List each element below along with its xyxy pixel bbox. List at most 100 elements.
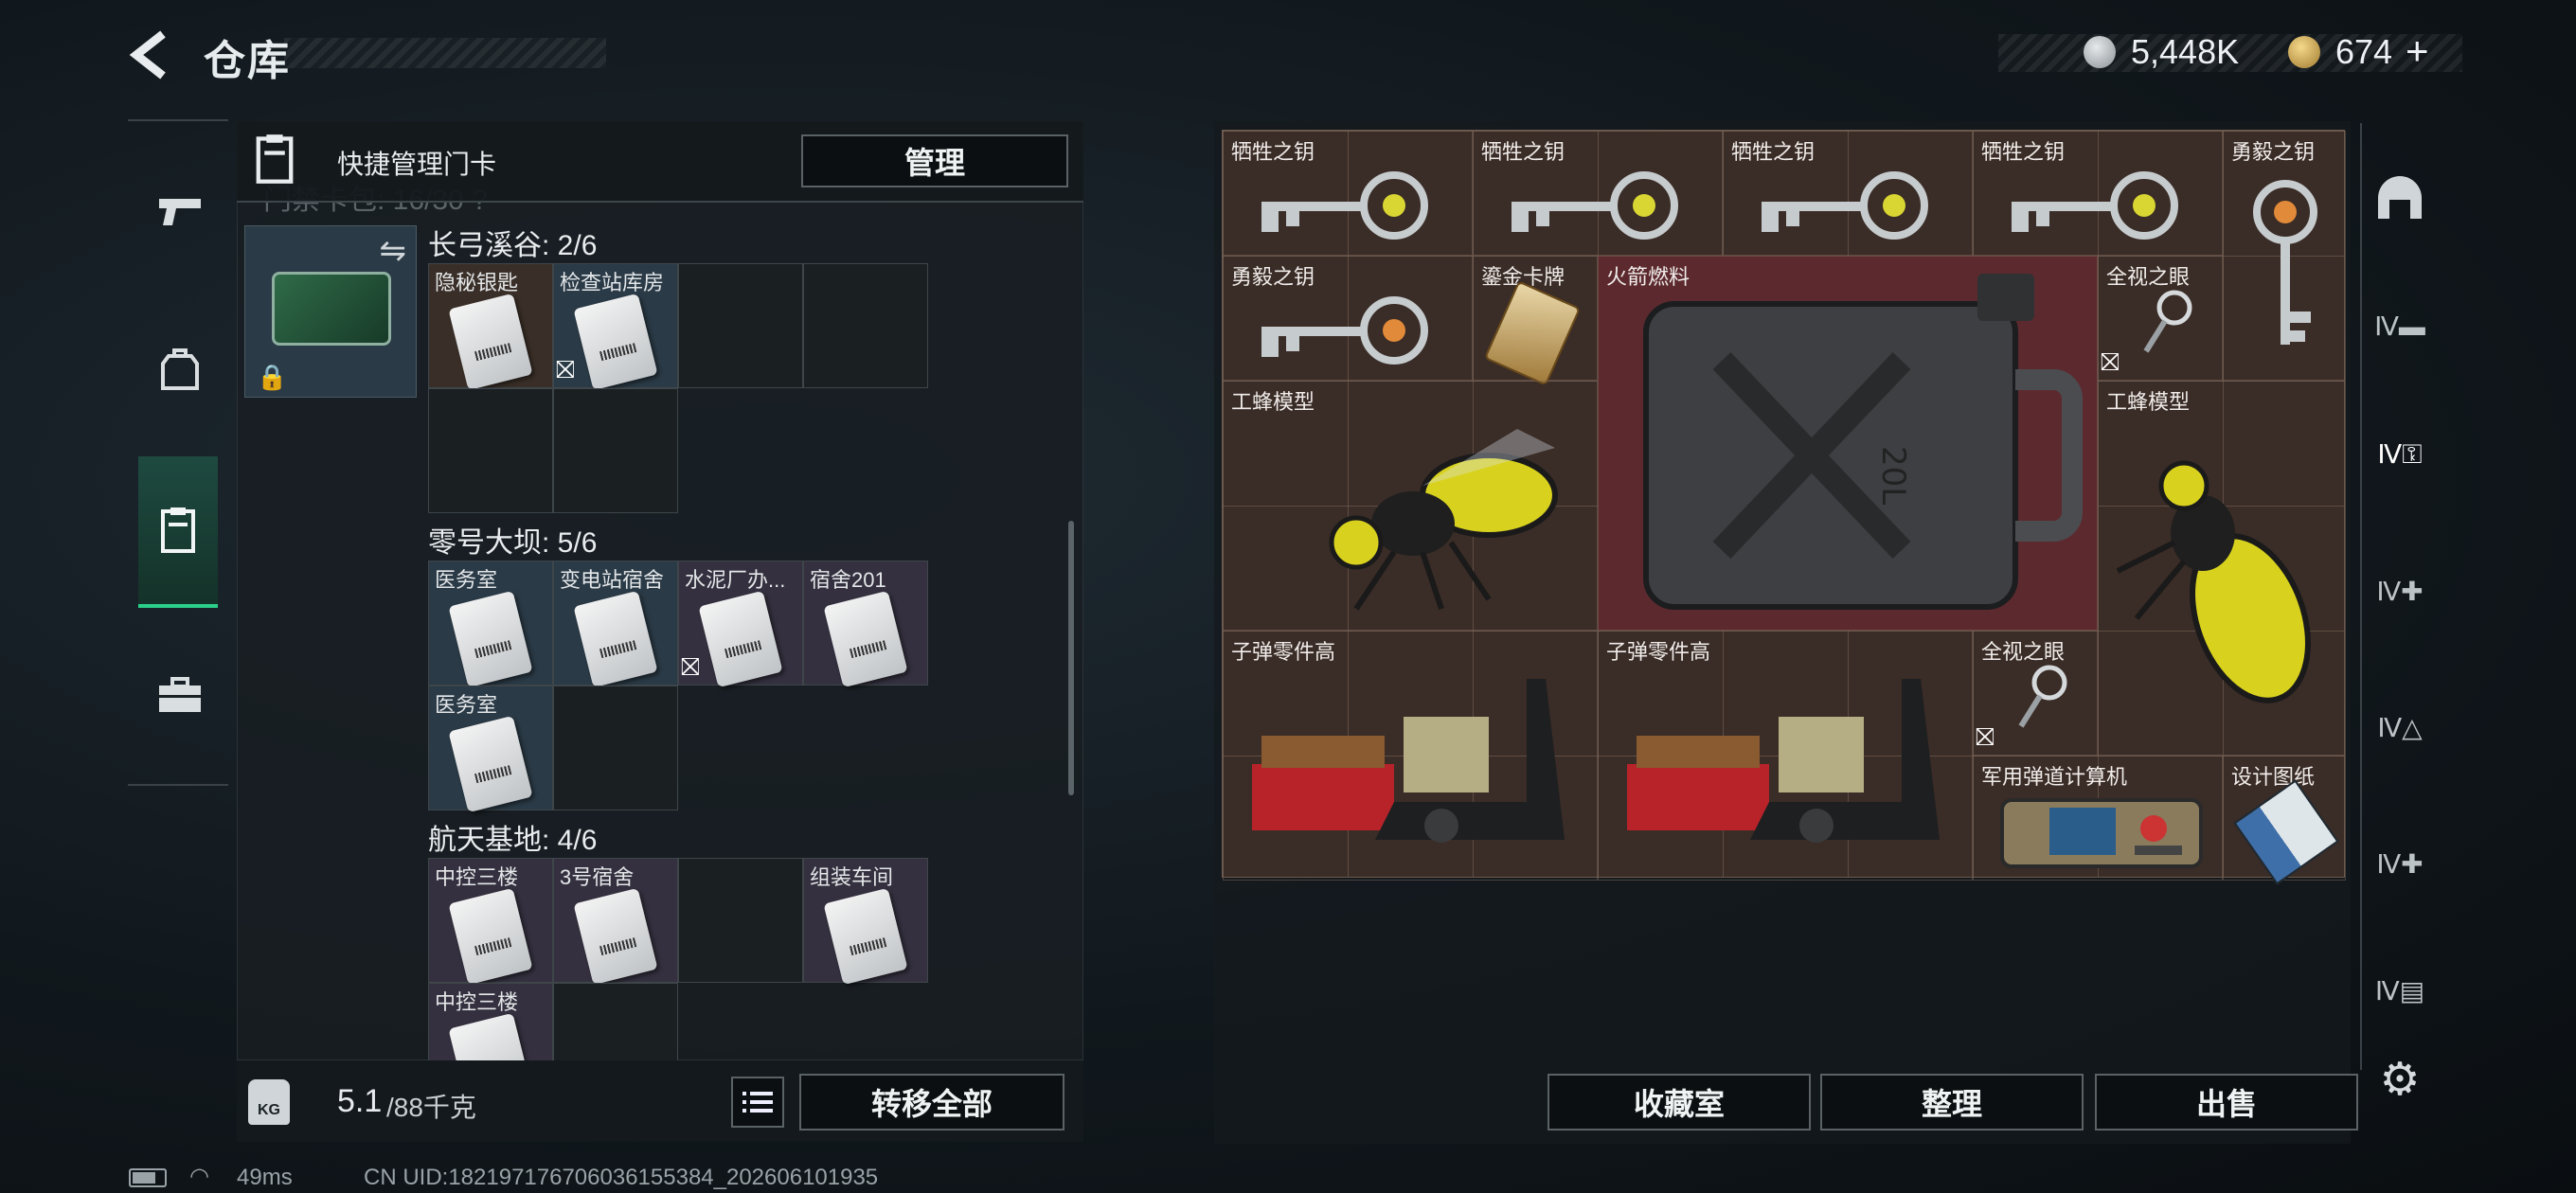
item-sacrifice-key[interactable]: 牺牲之钥 xyxy=(1973,131,2223,256)
storage-grid: 牺牲之钥 牺牲之钥 牺牲之钥 牺牲之钥 勇毅之钥 勇毅之钥 鎏金卡牌 火箭燃料 … xyxy=(1222,130,2346,885)
pistol-icon xyxy=(159,199,201,225)
keycard-slot[interactable]: 宿舍201 xyxy=(803,561,928,688)
item-sacrifice-key[interactable]: 牺牲之钥 xyxy=(1473,131,1723,256)
fuel-can-image: 20L xyxy=(1643,274,2083,610)
title-decoration xyxy=(284,38,606,68)
keycard-image xyxy=(573,887,658,986)
tab-keycards[interactable] xyxy=(138,456,218,608)
list-view-button[interactable] xyxy=(731,1077,784,1128)
key-icon xyxy=(2253,180,2317,345)
item-design-blueprint[interactable]: 设计图纸 xyxy=(2223,756,2346,885)
tab-storage-armor[interactable]: Ⅳ△ xyxy=(2370,697,2430,757)
keycard-slot[interactable]: 医务室 xyxy=(428,686,553,813)
empty-slot[interactable] xyxy=(678,858,803,983)
ammo-parts-image xyxy=(1627,679,1940,843)
eye-pendant-icon xyxy=(2018,665,2067,728)
keycard-slot[interactable]: 中控三楼 xyxy=(428,983,553,1060)
keycard-image xyxy=(448,590,533,688)
item-courage-key[interactable]: 勇毅之钥 xyxy=(1223,256,1473,381)
tab-all-storage[interactable] xyxy=(2370,169,2430,229)
keycard-label: 变电站宿舍 xyxy=(560,568,665,592)
keycard-label: 检查站库房 xyxy=(560,271,665,294)
group-label-dam: 零号大坝: 5/6 xyxy=(428,527,598,559)
item-label: 工蜂模型 xyxy=(2106,390,2191,414)
empty-slot[interactable] xyxy=(803,263,928,388)
keycard-image xyxy=(823,887,908,986)
panel-title: 快捷管理门卡 xyxy=(337,150,497,179)
triangle-coin-icon xyxy=(2288,36,2320,68)
empty-slot[interactable] xyxy=(553,388,678,513)
tab-storage-misc[interactable]: Ⅳ▤ xyxy=(2370,960,2430,1021)
keycard-slot[interactable]: 隐秘银匙 xyxy=(428,263,553,391)
keycard-label: 水泥厂办... xyxy=(685,568,786,592)
keycard-label: 宿舍201 xyxy=(810,568,886,592)
keycard-slot[interactable]: 检查站库房 ⛝ xyxy=(553,263,678,391)
tab-equipment[interactable] xyxy=(142,322,218,417)
item-gilded-card[interactable]: 鎏金卡牌 xyxy=(1473,256,1598,386)
keycard-bag-slot[interactable]: 🔒 ⇋ xyxy=(244,225,417,398)
keycard-slot[interactable]: 医务室 xyxy=(428,561,553,688)
tab-storage-keys[interactable]: Ⅳ⚿ xyxy=(2370,424,2430,485)
keycard-label: 中控三楼 xyxy=(435,865,519,889)
transfer-all-button[interactable]: 转移全部 xyxy=(799,1074,1064,1131)
tab-weapons[interactable] xyxy=(142,163,218,258)
tab-case[interactable] xyxy=(142,648,218,742)
item-rocket-fuel[interactable]: 火箭燃料 20L xyxy=(1598,256,2098,631)
hafu-coin-icon xyxy=(2084,36,2116,68)
scrollbar[interactable] xyxy=(1068,521,1074,795)
empty-slot[interactable] xyxy=(553,686,678,810)
item-label: 勇毅之钥 xyxy=(2231,140,2316,164)
no-sync-icon: ⛝ xyxy=(556,355,575,383)
keycard-slot[interactable]: 组装车间 xyxy=(803,858,928,986)
keycard-label: 组装车间 xyxy=(810,865,894,889)
item-sacrifice-key[interactable]: 牺牲之钥 xyxy=(1223,131,1473,256)
sort-button[interactable]: 整理 xyxy=(1820,1074,2084,1131)
empty-slot[interactable] xyxy=(678,263,803,388)
tab-storage-medical[interactable]: Ⅳ✚ xyxy=(2370,561,2430,621)
item-ballistic-computer[interactable]: 军用弹道计算机 xyxy=(1973,756,2223,881)
keycard-slot[interactable]: 水泥厂办... ⛝ xyxy=(678,561,803,688)
tab-storage-weapons[interactable]: Ⅳ▬ xyxy=(2370,295,2430,356)
item-all-seeing-eye[interactable]: 全视之眼 ⛝ xyxy=(2098,256,2223,381)
keycard-slot[interactable]: 3号宿舍 xyxy=(553,858,678,986)
armor-storage-icon: Ⅳ△ xyxy=(2377,712,2423,742)
collection-room-button[interactable]: 收藏室 xyxy=(1547,1074,1811,1131)
manage-button[interactable]: 管理 xyxy=(801,134,1068,187)
key-icon xyxy=(1261,171,1428,240)
item-worker-bee-model[interactable]: 工蜂模型 xyxy=(1223,381,1598,631)
item-ammo-parts-high[interactable]: 子弹零件高 xyxy=(1598,631,1973,881)
currency1-value: 5,448K xyxy=(2131,32,2240,71)
item-courage-key[interactable]: 勇毅之钥 xyxy=(2223,131,2346,381)
tab-storage-consumables[interactable]: Ⅳ✚ xyxy=(2370,833,2430,894)
settings-button[interactable]: ⚙ xyxy=(2370,1049,2430,1110)
back-arrow-icon[interactable] xyxy=(123,27,180,83)
ping-text: 49ms xyxy=(237,1165,293,1190)
list-icon xyxy=(742,1092,773,1113)
sell-button[interactable]: 出售 xyxy=(2095,1074,2358,1131)
keycard-slot[interactable]: 变电站宿舍 xyxy=(553,561,678,688)
item-sacrifice-key[interactable]: 牺牲之钥 xyxy=(1723,131,1973,256)
misc-storage-icon: Ⅳ▤ xyxy=(2374,975,2425,1006)
item-ammo-parts-high[interactable]: 子弹零件高 xyxy=(1223,631,1598,881)
keycard-label: 医务室 xyxy=(435,693,498,717)
item-all-seeing-eye[interactable]: 全视之眼 ⛝ xyxy=(1973,631,2098,756)
keycard-slot[interactable]: 中控三楼 xyxy=(428,858,553,986)
swap-icon[interactable]: ⇋ xyxy=(380,232,407,270)
add-currency-button[interactable]: + xyxy=(2406,28,2429,74)
fuel-capacity-label: 20L xyxy=(1874,446,1912,505)
battery-icon xyxy=(129,1168,167,1187)
item-label: 设计图纸 xyxy=(2231,765,2316,789)
empty-slot[interactable] xyxy=(553,983,678,1060)
keycard-image xyxy=(823,590,908,688)
no-sync-icon: ⛝ xyxy=(681,652,700,681)
empty-slot[interactable] xyxy=(428,388,553,513)
group-label-changgong: 长弓溪谷: 2/6 xyxy=(428,230,598,261)
lock-icon: 🔒 xyxy=(257,363,288,391)
item-worker-bee-model[interactable]: 工蜂模型 xyxy=(2098,381,2346,756)
keycard-icon xyxy=(161,507,195,553)
keycard-image xyxy=(698,590,783,688)
item-label: 军用弹道计算机 xyxy=(1981,765,2128,789)
blueprint-image xyxy=(2233,779,2339,885)
wifi-icon: ◠ xyxy=(189,1164,209,1189)
keycard-image xyxy=(448,887,533,986)
